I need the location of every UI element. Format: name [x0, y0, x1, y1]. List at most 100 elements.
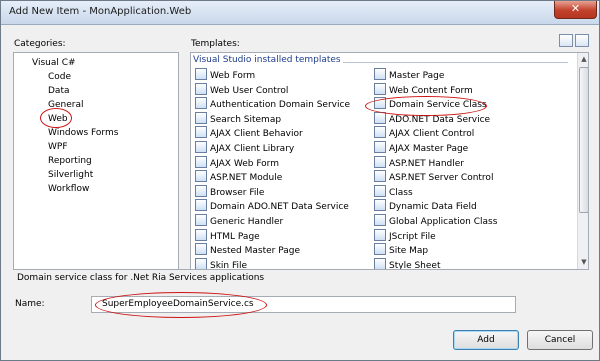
- template-item-label: Global Application Class: [389, 217, 498, 227]
- template-item-label: ASP.NET Server Control: [389, 173, 494, 184]
- tree-item-silverlight[interactable]: Silverlight: [48, 170, 93, 180]
- window-title: Add New Item - MonApplication.Web: [9, 6, 192, 17]
- group-divider: [343, 62, 568, 63]
- domain-service-highlight-oval: [365, 96, 487, 116]
- template-file-icon: [195, 184, 207, 197]
- template-item-asp-net-module[interactable]: ASP.NET Module: [195, 170, 282, 184]
- cancel-button[interactable]: Cancel: [527, 330, 593, 350]
- template-file-icon: [195, 257, 207, 269]
- template-item-label: Domain ADO.NET Data Service: [210, 202, 349, 213]
- template-file-icon: [374, 126, 386, 139]
- template-item-web-user-control[interactable]: Web User Control: [195, 82, 289, 97]
- templates-label: Templates:: [191, 39, 240, 49]
- template-item-label: Generic Handler: [210, 217, 284, 227]
- template-file-icon: [374, 228, 386, 241]
- template-item-label: Dynamic Data Field: [389, 202, 477, 213]
- close-icon: ✕: [570, 2, 581, 15]
- tree-item-visual-csharp[interactable]: Visual C#: [32, 58, 76, 68]
- tree-item-workflow[interactable]: Workflow: [48, 184, 89, 194]
- title-bar[interactable]: Add New Item - MonApplication.Web ✕: [1, 1, 599, 25]
- template-item-label: AJAX Client Behavior: [210, 129, 303, 140]
- template-file-icon: [195, 228, 207, 241]
- web-highlight-oval: [40, 108, 72, 128]
- large-icons-view-icon[interactable]: [559, 34, 573, 47]
- template-file-icon: [195, 199, 207, 212]
- template-item-browser-file[interactable]: Browser File: [195, 184, 265, 199]
- template-item-label: Master Page: [389, 71, 445, 81]
- tree-item-windows-forms[interactable]: Windows Forms: [48, 128, 118, 138]
- template-item-search-sitemap[interactable]: Search Sitemap: [195, 111, 281, 126]
- template-item-asp-net-server-control[interactable]: ASP.NET Server Control: [374, 170, 493, 184]
- template-item-generic-handler[interactable]: Generic Handler: [195, 214, 283, 228]
- add-new-item-dialog: Add New Item - MonApplication.Web ✕ Cate…: [0, 0, 600, 361]
- templates-scrollbar[interactable]: ▲ ▼: [577, 53, 588, 269]
- template-file-icon: [195, 155, 207, 168]
- template-item-ajax-master-page[interactable]: AJAX Master Page: [374, 141, 468, 155]
- template-item-site-map[interactable]: Site Map: [374, 243, 428, 257]
- name-label: Name:: [15, 299, 45, 309]
- template-item-class[interactable]: Class: [374, 184, 413, 199]
- tree-item-wpf[interactable]: WPF: [48, 142, 68, 152]
- templates-list: Visual Studio installed templates Web Fo…: [190, 52, 589, 270]
- template-item-label: Authentication Domain Service: [210, 100, 350, 111]
- template-item-label: ASP.NET Handler: [389, 158, 464, 169]
- template-item-label: AJAX Web Form: [210, 158, 279, 169]
- template-item-label: Web Content Form: [389, 85, 473, 96]
- template-item-authentication-domain-service[interactable]: Authentication Domain Service: [195, 97, 350, 111]
- tree-item-reporting[interactable]: Reporting: [48, 156, 92, 166]
- template-file-icon: [195, 243, 207, 256]
- scroll-up-icon[interactable]: ▲: [580, 55, 588, 63]
- template-file-icon: [374, 141, 386, 153]
- template-file-icon: [195, 97, 207, 110]
- categories-label: Categories:: [14, 39, 66, 49]
- template-file-icon: [374, 243, 386, 256]
- tree-item-code[interactable]: Code: [48, 72, 71, 82]
- template-item-ajax-client-behavior[interactable]: AJAX Client Behavior: [195, 126, 303, 140]
- template-item-label: Class: [389, 187, 413, 198]
- template-item-asp-net-handler[interactable]: ASP.NET Handler: [374, 155, 464, 170]
- small-icons-view-icon[interactable]: [575, 34, 589, 47]
- template-item-ajax-client-control[interactable]: AJAX Client Control: [374, 126, 474, 140]
- template-item-label: AJAX Client Library: [210, 144, 295, 154]
- template-file-icon: [374, 170, 386, 183]
- template-file-icon: [374, 82, 386, 95]
- template-item-master-page[interactable]: Master Page: [374, 68, 444, 82]
- template-description: Domain service class for .Net Ria Servic…: [17, 273, 265, 283]
- template-item-ajax-client-library[interactable]: AJAX Client Library: [195, 141, 294, 155]
- template-file-icon: [195, 111, 207, 124]
- scroll-down-icon[interactable]: ▼: [580, 258, 588, 266]
- template-item-label: HTML Page: [210, 231, 260, 242]
- template-item-web-form[interactable]: Web Form: [195, 68, 255, 82]
- template-item-jscript-file[interactable]: JScript File: [374, 228, 436, 243]
- template-item-global-application-class[interactable]: Global Application Class: [374, 214, 497, 228]
- template-item-label: Web Form: [210, 71, 256, 81]
- close-button[interactable]: ✕: [554, 1, 597, 19]
- template-item-domain-ado-net-data-service[interactable]: Domain ADO.NET Data Service: [195, 199, 349, 213]
- template-file-icon: [195, 126, 207, 139]
- template-file-icon: [374, 257, 386, 269]
- template-file-icon: [195, 141, 207, 153]
- template-item-html-page[interactable]: HTML Page: [195, 228, 260, 243]
- template-item-dynamic-data-field[interactable]: Dynamic Data Field: [374, 199, 477, 213]
- template-file-icon: [195, 68, 207, 80]
- add-button[interactable]: Add: [453, 330, 519, 350]
- template-file-icon: [195, 170, 207, 183]
- scrollbar-thumb[interactable]: [579, 67, 588, 213]
- template-file-icon: [195, 82, 207, 95]
- tree-item-data[interactable]: Data: [48, 86, 70, 96]
- template-item-label: Browser File: [210, 187, 265, 198]
- template-file-icon: [374, 68, 386, 80]
- template-item-label: Web User Control: [210, 85, 289, 96]
- templates-group-heading: Visual Studio installed templates: [193, 55, 341, 65]
- template-item-label: ASP.NET Module: [210, 173, 283, 184]
- template-file-icon: [195, 214, 207, 226]
- template-item-label: Site Map: [389, 246, 429, 257]
- template-file-icon: [374, 111, 386, 124]
- template-item-web-content-form[interactable]: Web Content Form: [374, 82, 473, 97]
- name-highlight-oval: [95, 292, 267, 318]
- template-item-nested-master-page[interactable]: Nested Master Page: [195, 243, 300, 257]
- template-item-label: AJAX Master Page: [389, 144, 469, 154]
- template-item-label: JScript File: [389, 231, 436, 242]
- template-file-icon: [374, 214, 386, 226]
- template-item-ajax-web-form[interactable]: AJAX Web Form: [195, 155, 279, 170]
